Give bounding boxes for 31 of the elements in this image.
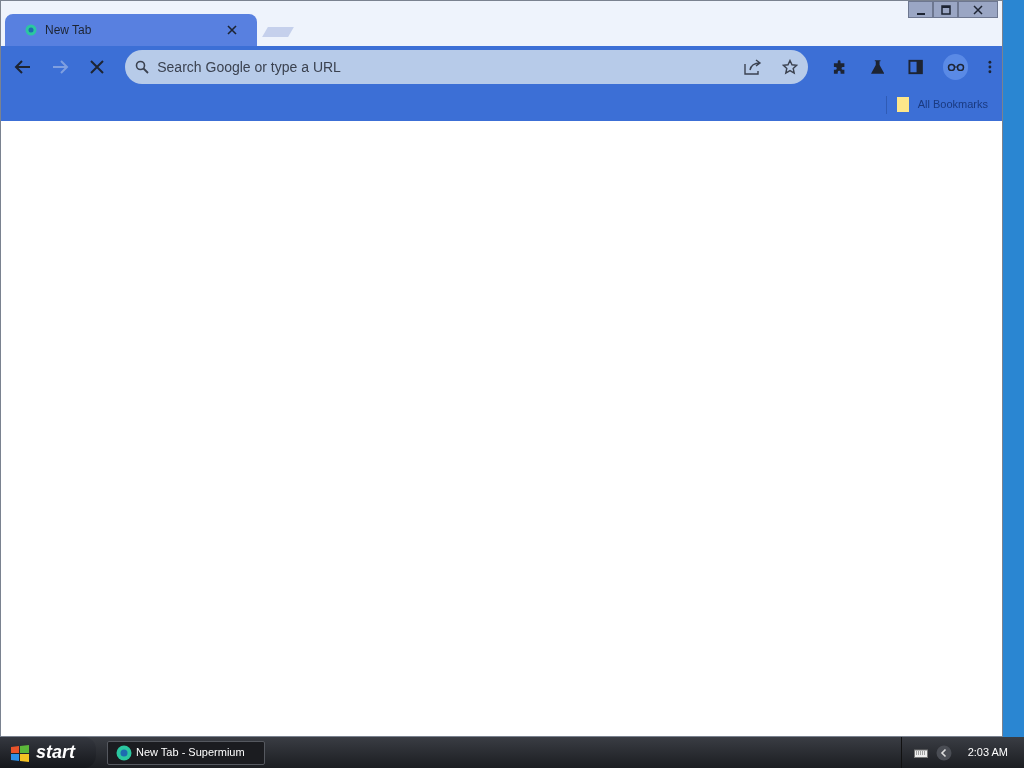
search-icon: [135, 60, 150, 74]
minimize-button[interactable]: [908, 1, 933, 18]
incognito-glasses-icon: [946, 63, 965, 71]
close-button[interactable]: [958, 1, 998, 18]
menu-icon[interactable]: [988, 60, 993, 74]
maximize-button[interactable]: [933, 1, 958, 18]
keyboard-icon[interactable]: [913, 747, 928, 758]
tab-title: New Tab: [45, 22, 93, 39]
minimize-icon: [916, 12, 925, 15]
maximize-icon: [940, 4, 951, 15]
close-icon: [973, 4, 983, 15]
chevron-left-icon[interactable]: [935, 744, 952, 761]
share-icon[interactable]: [743, 59, 762, 75]
back-arrow-icon: [14, 58, 33, 76]
taskbar-button[interactable]: New Tab - Supermium: [107, 740, 265, 765]
flask-icon[interactable]: [870, 59, 885, 75]
forward-arrow-icon: [51, 58, 70, 76]
folder-icon: [896, 97, 909, 112]
close-icon[interactable]: [227, 25, 237, 35]
address-bar[interactable]: Search Google or type a URL: [125, 50, 808, 84]
clock: 2:03 AM: [967, 745, 1008, 761]
stop-icon: [89, 60, 104, 74]
star-icon[interactable]: [781, 59, 798, 75]
start-button[interactable]: start: [0, 737, 96, 768]
windows-logo-icon: [10, 743, 30, 762]
profile-avatar[interactable]: [943, 54, 969, 80]
browser-tab[interactable]: New Tab: [5, 14, 257, 46]
side-panel-icon[interactable]: [908, 59, 924, 75]
browser-logo-icon: [25, 24, 37, 36]
puzzle-piece-icon[interactable]: [831, 59, 847, 75]
browser-logo-icon: [116, 744, 132, 761]
